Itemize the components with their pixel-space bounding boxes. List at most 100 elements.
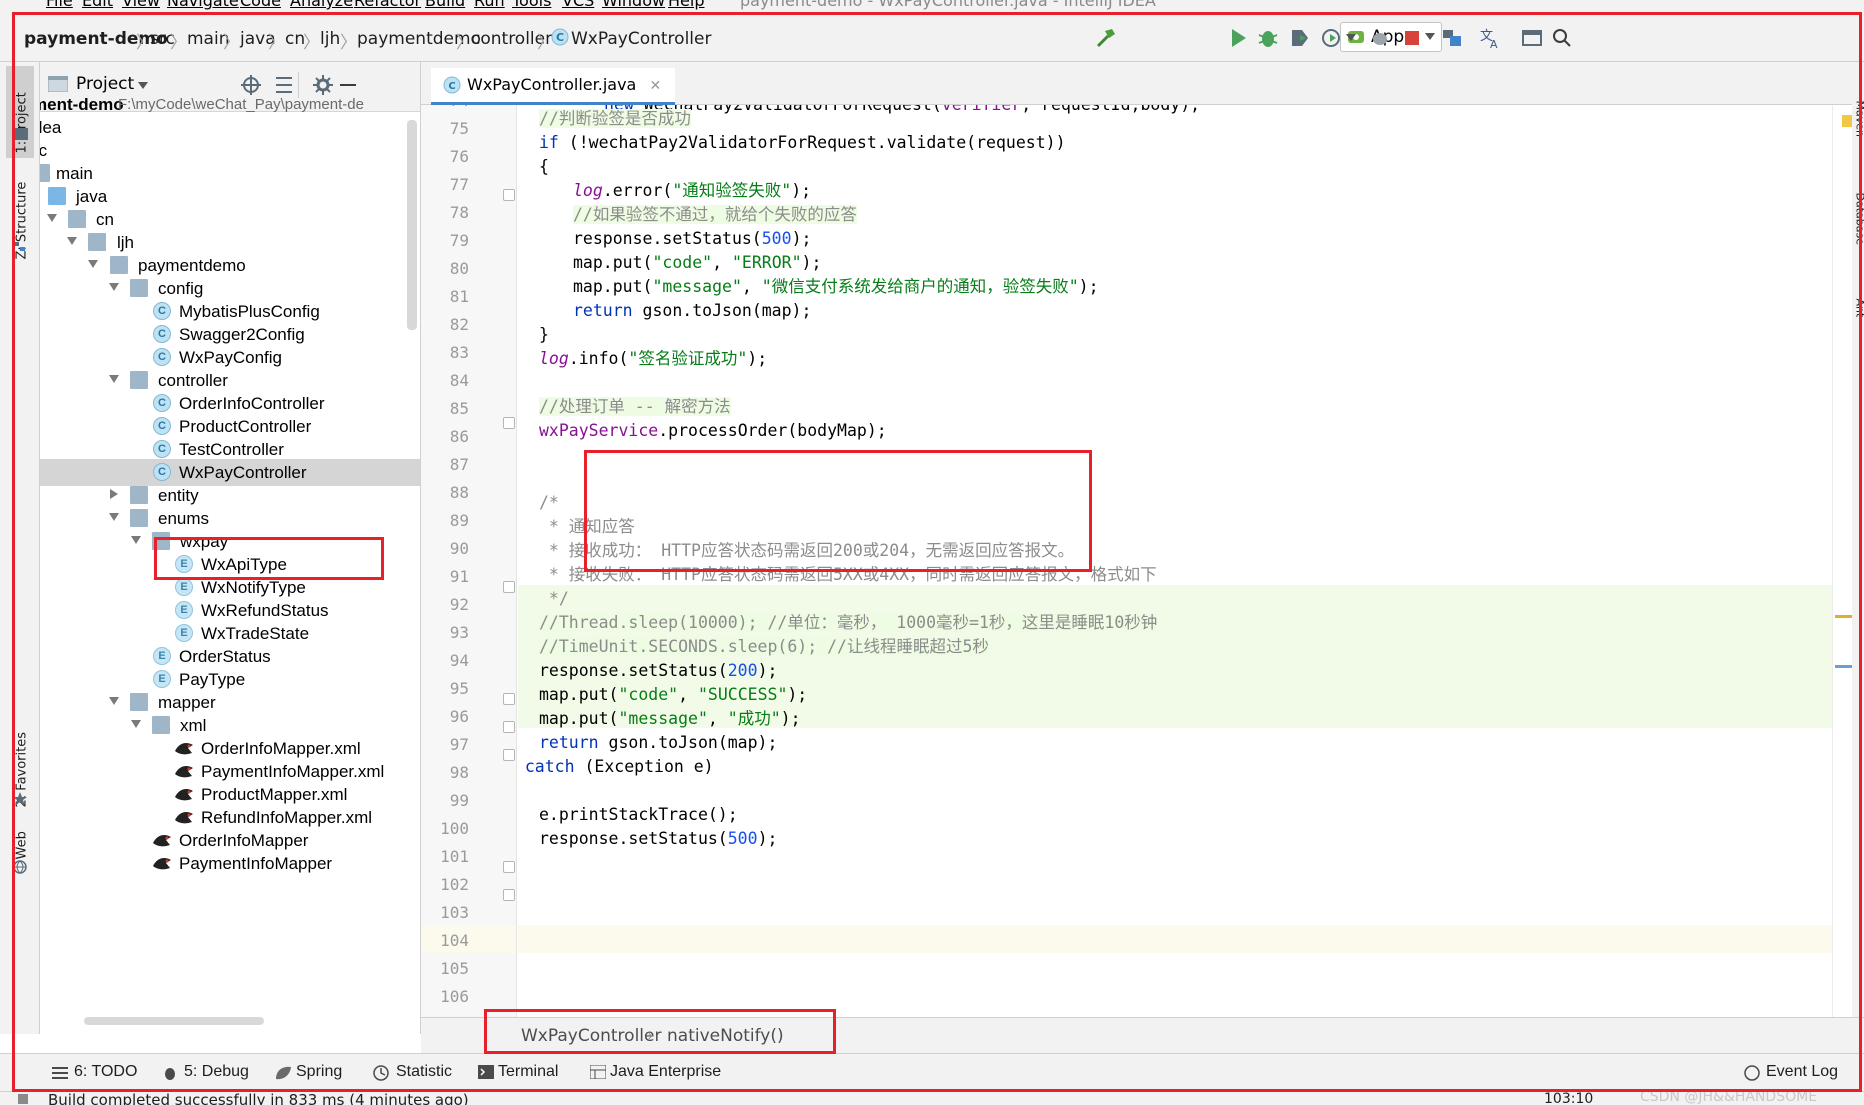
code-token: }: [518, 757, 525, 776]
code-token: verifier: [942, 105, 1021, 114]
favorites-tab-wrapper[interactable]: 2: Favorites: [12, 722, 30, 808]
java-enterprise-tab[interactable]: Java Enterprise: [610, 1063, 721, 1081]
globe-icon: [13, 860, 27, 874]
terminal-tab[interactable]: Terminal: [498, 1063, 558, 1081]
fold-marker-icon[interactable]: [503, 721, 515, 733]
search-icon[interactable]: [1550, 26, 1574, 50]
line-number: 86: [449, 427, 469, 446]
tree-item-label: OrderInfoMapper.xml: [201, 739, 361, 758]
code-token: (Exception e): [574, 757, 714, 776]
menu-code[interactable]: Code: [240, 0, 281, 10]
code-comment: //处理订单 -- 解密方法: [539, 397, 731, 416]
menu-run[interactable]: Run: [474, 0, 505, 10]
maven-tab[interactable]: Maven: [1854, 101, 1864, 149]
menu-refactor[interactable]: Refactor: [354, 0, 421, 10]
tree-item-label: Swagger2Config: [179, 325, 305, 344]
expand-arrow-icon[interactable]: [130, 718, 142, 730]
code-comment: * 接收成功： HTTP应答状态码需返回200或204，无需返回应答报文。: [539, 541, 1075, 560]
menu-build[interactable]: Build: [425, 0, 465, 10]
debug-tab[interactable]: 5: Debug: [184, 1063, 249, 1081]
statistic-tab[interactable]: Statistic: [396, 1063, 452, 1081]
profile-icon[interactable]: [1320, 26, 1344, 50]
fold-marker-icon[interactable]: [503, 749, 515, 761]
menu-navigate[interactable]: Navigate: [167, 0, 239, 10]
package-icon: [130, 371, 148, 389]
fold-marker-icon[interactable]: [503, 417, 515, 429]
code-token: );: [780, 709, 801, 728]
menu-help[interactable]: Help: [668, 0, 704, 10]
ant-tab[interactable]: Ant: [1854, 299, 1864, 335]
tree-item-label: xml: [180, 716, 207, 735]
fold-marker-icon[interactable]: [503, 581, 515, 593]
tree-item-label: ljh: [117, 233, 135, 252]
editor-tab-wxpaycontroller[interactable]: C WxPayController.java ✕: [431, 68, 676, 105]
attach-debugger-icon[interactable]: [1368, 26, 1392, 50]
expand-arrow-icon[interactable]: [130, 534, 142, 546]
event-log-tab[interactable]: Event Log: [1766, 1063, 1838, 1081]
close-tab-icon[interactable]: ✕: [649, 78, 661, 94]
fold-marker-icon[interactable]: [503, 861, 515, 873]
line-number: 103: [440, 903, 469, 922]
project-structure-icon[interactable]: [1440, 26, 1464, 50]
expand-arrow-icon[interactable]: [46, 212, 58, 224]
presentation-icon[interactable]: [1520, 26, 1544, 50]
spring-tab[interactable]: Spring: [296, 1063, 342, 1081]
menu-window[interactable]: Window: [602, 0, 665, 10]
stop-icon[interactable]: [1400, 26, 1424, 50]
code-string: "message": [652, 277, 742, 296]
expand-arrow-icon[interactable]: [108, 373, 120, 385]
chevron-down-icon[interactable]: [1346, 34, 1356, 42]
breadcrumb-method[interactable]: nativeNotify(): [667, 1026, 784, 1046]
crumb-class[interactable]: WxPayController: [571, 29, 711, 49]
code-string: "成功": [727, 709, 781, 728]
expand-arrow-icon[interactable]: [66, 235, 78, 247]
menu-file[interactable]: File: [46, 0, 73, 10]
run-icon[interactable]: [1226, 26, 1250, 50]
menu-analyze[interactable]: Analyze: [290, 0, 353, 10]
crumb-ljh[interactable]: ljh: [320, 29, 340, 49]
web-tab-wrapper[interactable]: Web: [12, 824, 30, 864]
build-hammer-icon[interactable]: [1094, 26, 1118, 50]
package-icon: [152, 716, 170, 734]
tree-item-label: OrderStatus: [179, 647, 271, 666]
translate-icon[interactable]: 文A: [1478, 26, 1502, 50]
code-token: map.put(: [539, 709, 619, 728]
tree-item-mapper-interface[interactable]: PaymentInfoMapper: [40, 850, 420, 877]
menu-view[interactable]: View: [122, 0, 160, 10]
code-token: map.put(: [539, 685, 619, 704]
code-token: response.setStatus(: [539, 829, 728, 848]
menu-tools[interactable]: Tools: [512, 0, 551, 10]
fold-marker-icon[interactable]: [503, 189, 515, 201]
database-tab[interactable]: Database: [1854, 193, 1864, 257]
menu-edit[interactable]: Edit: [82, 0, 113, 10]
tree-item-label: wxpay: [180, 532, 229, 551]
tree-item-label: PayType: [179, 670, 246, 689]
fold-marker-icon[interactable]: [503, 693, 515, 705]
debug-bug-icon[interactable]: [1256, 26, 1280, 50]
package-icon: [130, 486, 148, 504]
hide-panel-icon[interactable]: [340, 84, 356, 86]
tree-item-label: WxRefundStatus: [201, 601, 329, 620]
todo-tab[interactable]: 6: TODO: [74, 1063, 137, 1081]
status-icon: [18, 1094, 28, 1104]
code-editor[interactable]: new WechatPay2ValidatorForRequest(verifi…: [518, 105, 1832, 1017]
tree-horizontal-scrollbar[interactable]: [84, 1017, 264, 1025]
tree-item-label: ProductController: [179, 417, 312, 436]
line-number: 91: [449, 567, 469, 586]
expand-arrow-icon[interactable]: [108, 511, 120, 523]
caret-position[interactable]: 103:10: [1544, 1092, 1593, 1105]
expand-arrow-icon[interactable]: [87, 258, 99, 270]
fold-marker-icon[interactable]: [503, 889, 515, 901]
code-token: catch: [524, 757, 575, 776]
expand-arrow-icon[interactable]: [108, 695, 120, 707]
expand-arrow-icon[interactable]: [108, 281, 120, 293]
code-token: map.put(: [573, 253, 653, 272]
mybatis-bird-icon: [174, 808, 193, 826]
menu-vcs[interactable]: VCS: [562, 0, 594, 10]
collapsed-arrow-icon[interactable]: [108, 488, 120, 500]
tree-item-label: PaymentInfoMapper: [179, 854, 333, 873]
coverage-icon[interactable]: [1288, 26, 1312, 50]
breadcrumb-class[interactable]: WxPayController: [521, 1026, 661, 1046]
line-number: 79: [449, 231, 469, 250]
chevron-down-icon[interactable]: [138, 82, 148, 90]
